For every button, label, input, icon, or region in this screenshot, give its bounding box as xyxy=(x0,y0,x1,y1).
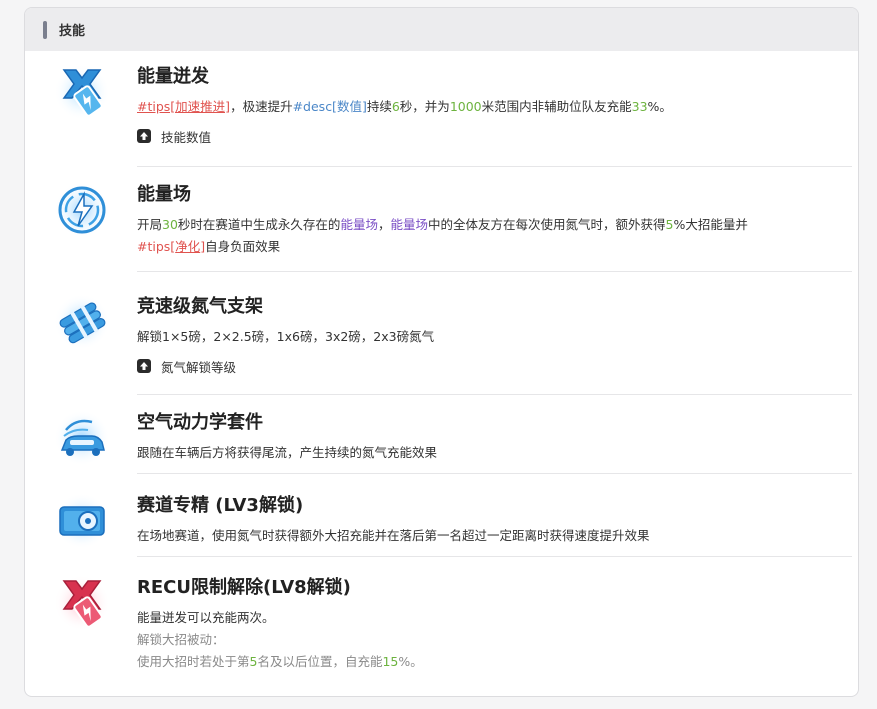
skill-item: 能量迸发 #tips[加速推进]，极速提升#desc[数值]持续6秒，并为100… xyxy=(137,66,852,167)
tips-link[interactable]: #tips[加速推进] xyxy=(137,99,230,114)
skill-description: 跟随在车辆后方将获得尾流，产生持续的氮气充能效果 xyxy=(137,445,438,460)
skill-name: 能量迸发 xyxy=(137,66,209,87)
panel-title: 技能 xyxy=(59,24,86,39)
aero-kit-icon xyxy=(54,410,110,466)
skill-description: 解锁1×5磅，2×2.5磅，1x6磅，3x2磅，2x3磅氮气 xyxy=(137,329,435,344)
ultimate-passive-description: 使用大招时若处于第5名及以后位置，自充能15%。 xyxy=(137,654,423,669)
desc-link[interactable]: #desc[数值] xyxy=(293,99,367,114)
skill-item: 能量场 开局30秒时在赛道中生成永久存在的能量场，能量场中的全体友方在每次使用氮… xyxy=(137,184,852,272)
skill-item: 空气动力学套件 跟随在车辆后方将获得尾流，产生持续的氮气充能效果 xyxy=(137,412,852,474)
skill-description: 能量迸发可以充能两次。 xyxy=(137,610,275,625)
skill-description-line2: #tips[净化]自身负面效果 xyxy=(137,239,281,254)
skill-item: 赛道专精 (LV3解锁) 在场地赛道，使用氮气时获得额外大招充能并在落后第一名超… xyxy=(137,495,852,557)
panel-header: 技能 xyxy=(25,8,858,51)
nitro-unlock-level-toggle[interactable]: 氮气解锁等级 xyxy=(137,358,852,375)
arrow-up-icon xyxy=(137,359,151,373)
skill-name: 能量场 xyxy=(137,184,191,205)
ultimate-passive-label: 解锁大招被动： xyxy=(137,632,225,647)
recu-lightning-icon xyxy=(54,575,110,631)
lightning-battery-icon xyxy=(54,64,110,120)
tire-icon xyxy=(54,493,110,549)
skill-name: 空气动力学套件 xyxy=(137,412,263,433)
skill-name: RECU限制解除(LV8解锁) xyxy=(137,577,351,598)
skill-item: RECU限制解除(LV8解锁) 能量迸发可以充能两次。 解锁大招被动： 使用大招… xyxy=(137,577,852,687)
skill-description: #tips[加速推进]，极速提升#desc[数值]持续6秒，并为1000米范围内… xyxy=(137,99,672,114)
arrow-up-icon xyxy=(137,129,151,143)
energy-field-icon xyxy=(54,182,110,238)
skill-values-toggle[interactable]: 技能数值 xyxy=(137,128,852,145)
purify-tips-link[interactable]: 净化 xyxy=(175,239,200,254)
skill-item: 竞速级氮气支架 解锁1×5磅，2×2.5磅，1x6磅，3x2磅，2x3磅氮气 氮… xyxy=(137,296,852,395)
skill-name: 赛道专精 (LV3解锁) xyxy=(137,495,304,516)
skill-description: 开局30秒时在赛道中生成永久存在的能量场，能量场中的全体友方在每次使用氮气时，额… xyxy=(137,217,748,232)
nitro-tanks-icon xyxy=(54,294,110,350)
skill-name: 竞速级氮气支架 xyxy=(137,296,263,317)
skill-description: 在场地赛道，使用氮气时获得额外大招充能并在落后第一名超过一定距离时获得速度提升效… xyxy=(137,528,650,543)
header-accent-bar xyxy=(43,20,47,39)
skills-panel: 技能 能量迸发 #tips[加速推进]，极速提升#desc[数值]持续6秒，并为… xyxy=(24,7,859,697)
